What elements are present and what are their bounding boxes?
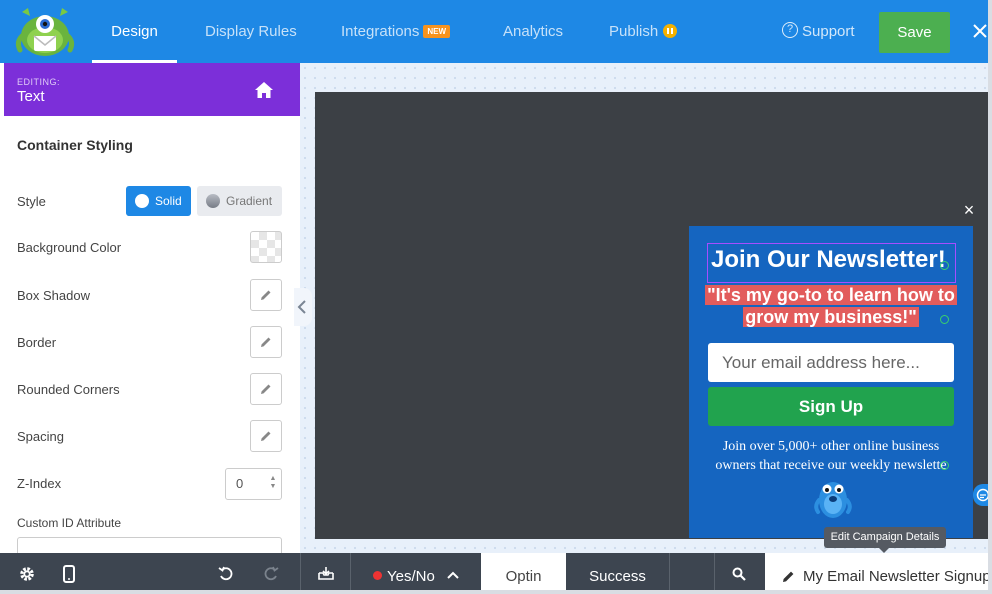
tab-integrations[interactable]: Integrations NEW xyxy=(341,0,451,63)
settings-button[interactable] xyxy=(11,553,41,594)
border-label: Border xyxy=(17,335,57,350)
undo-icon xyxy=(218,566,233,581)
spacing-edit-button[interactable] xyxy=(250,420,282,452)
tab-design[interactable]: Design xyxy=(92,0,177,63)
undo-button[interactable] xyxy=(211,553,241,594)
search-icon xyxy=(732,567,746,581)
zindex-value: 0 xyxy=(236,476,244,491)
spacing-label: Spacing xyxy=(17,429,64,444)
radio-icon xyxy=(135,194,149,208)
inbox-download-icon xyxy=(318,567,334,580)
app-window: Design Display Rules Integrations NEW Ana… xyxy=(0,0,992,594)
mascot-image[interactable] xyxy=(812,472,854,522)
style-gradient-label: Gradient xyxy=(226,194,273,208)
window-border xyxy=(988,0,992,594)
rounded-corners-edit-button[interactable] xyxy=(250,373,282,405)
editor-sidebar: EDITING: Text Container Styling Style So… xyxy=(4,63,300,553)
pencil-icon xyxy=(261,337,271,347)
gear-icon xyxy=(20,567,34,581)
mobile-icon xyxy=(63,565,75,583)
divider xyxy=(300,553,301,594)
top-nav-bar: Design Display Rules Integrations NEW Ana… xyxy=(0,0,992,63)
background-color-label: Background Color xyxy=(17,240,122,255)
campaign-name-field[interactable]: My Email Newsletter Signup xyxy=(765,553,992,594)
chevron-left-icon xyxy=(297,300,306,314)
tab-analytics-label: Analytics xyxy=(503,23,564,40)
support-label: Support xyxy=(802,23,855,40)
tab-analytics[interactable]: Analytics xyxy=(503,0,563,63)
popup-close-icon[interactable]: × xyxy=(961,201,977,219)
edit-campaign-tooltip: Edit Campaign Details xyxy=(824,527,946,553)
style-solid-button[interactable]: Solid xyxy=(126,186,191,216)
zindex-label: Z-Index xyxy=(17,476,62,491)
style-solid-label: Solid xyxy=(155,194,182,208)
background-color-picker[interactable] xyxy=(250,231,282,263)
pencil-icon xyxy=(783,571,794,582)
custom-id-label: Custom ID Attribute xyxy=(17,516,122,530)
search-button[interactable] xyxy=(725,553,755,594)
home-icon[interactable] xyxy=(254,80,274,100)
redo-icon xyxy=(264,566,279,581)
editing-element-name: Text xyxy=(17,88,45,105)
style-gradient-button[interactable]: Gradient xyxy=(197,186,282,216)
popup-testimonial[interactable]: "It's my go-to to learn how to grow my b… xyxy=(700,284,962,328)
tab-publish[interactable]: Publish xyxy=(609,0,678,63)
custom-id-input[interactable] xyxy=(17,537,282,553)
popup-blurb[interactable]: Join over 5,000+ other online business o… xyxy=(700,437,962,475)
save-template-button[interactable] xyxy=(311,553,341,594)
pencil-icon xyxy=(261,431,271,441)
yes-no-label: Yes/No xyxy=(387,568,435,585)
yes-no-view-button[interactable]: Yes/No xyxy=(351,553,481,594)
help-circle-icon: ? xyxy=(782,22,798,39)
gradient-icon xyxy=(206,194,220,208)
tab-display-rules[interactable]: Display Rules xyxy=(205,0,297,63)
optin-view-button[interactable]: Optin xyxy=(481,553,566,594)
style-label: Style xyxy=(17,194,46,209)
zindex-input[interactable]: 0 ▲ ▼ xyxy=(225,468,282,500)
window-border xyxy=(0,590,992,594)
testimonial-text: "It's my go-to to learn how to grow my b… xyxy=(705,285,957,327)
box-shadow-label: Box Shadow xyxy=(17,288,90,303)
popup-signup-button[interactable]: Sign Up xyxy=(708,387,954,426)
status-dot-icon xyxy=(373,570,382,580)
success-view-button[interactable]: Success xyxy=(566,553,669,594)
divider xyxy=(669,553,670,594)
collapse-sidebar-button[interactable] xyxy=(294,288,312,326)
border-edit-button[interactable] xyxy=(250,326,282,358)
save-button[interactable]: Save xyxy=(879,12,950,53)
resize-handle[interactable] xyxy=(940,261,949,270)
support-link[interactable]: ? Support xyxy=(782,0,855,63)
box-shadow-edit-button[interactable] xyxy=(250,279,282,311)
tab-design-label: Design xyxy=(111,23,158,40)
blurb-line-1: Join over 5,000+ other online business xyxy=(722,439,940,454)
stepper-arrows-icon[interactable]: ▲ ▼ xyxy=(269,475,277,493)
tab-publish-label: Publish xyxy=(609,23,659,40)
new-badge: NEW xyxy=(423,24,451,38)
redo-button[interactable] xyxy=(256,553,286,594)
bottom-toolbar: Yes/No Optin Success My Email Newsletter… xyxy=(0,553,992,594)
rounded-corners-label: Rounded Corners xyxy=(17,382,120,397)
resize-handle[interactable] xyxy=(940,461,949,470)
tab-integrations-label: Integrations xyxy=(341,23,420,40)
editing-label: EDITING: xyxy=(17,77,61,87)
popup-email-field[interactable]: Your email address here... xyxy=(708,343,954,382)
popup-title[interactable]: Join Our Newsletter! xyxy=(707,243,956,283)
campaign-name: My Email Newsletter Signup xyxy=(803,568,991,585)
pencil-icon xyxy=(261,290,271,300)
mobile-preview-button[interactable] xyxy=(56,553,86,594)
paused-status-icon xyxy=(663,24,678,39)
section-title: Container Styling xyxy=(17,137,133,153)
tab-display-rules-label: Display Rules xyxy=(205,23,297,40)
resize-handle[interactable] xyxy=(940,315,949,324)
editing-header: EDITING: Text xyxy=(4,63,300,116)
divider xyxy=(714,553,715,594)
pencil-icon xyxy=(261,384,271,394)
optinmonster-logo[interactable] xyxy=(14,6,76,58)
chevron-up-icon xyxy=(447,571,459,579)
